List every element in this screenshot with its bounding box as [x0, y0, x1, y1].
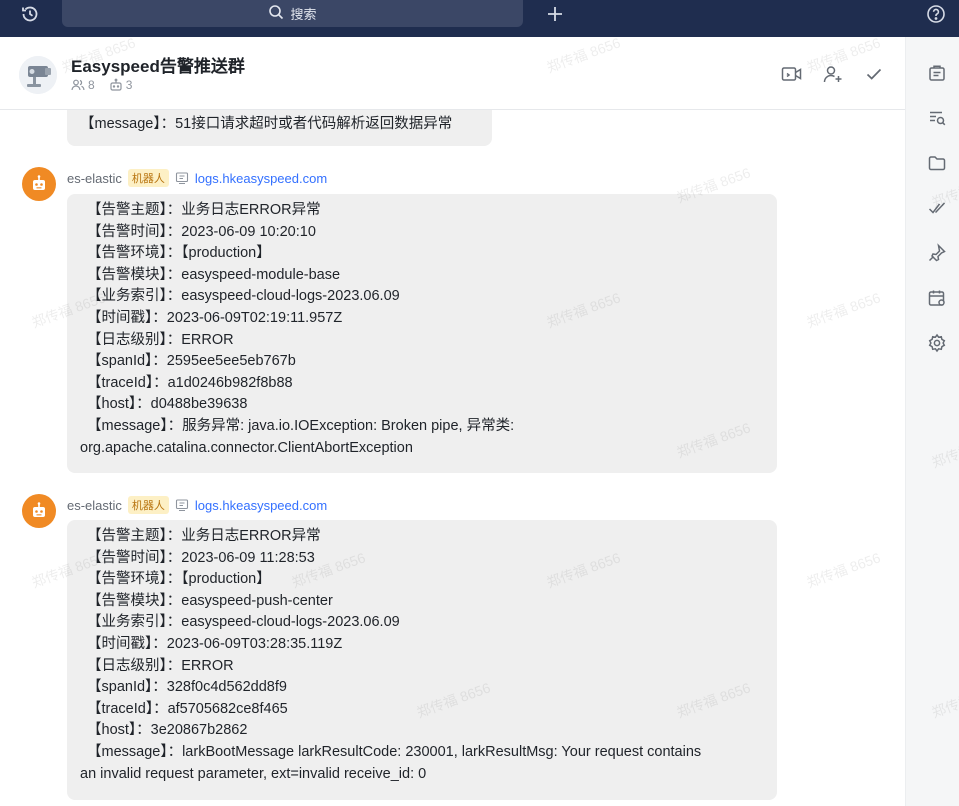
folder-icon[interactable]	[926, 152, 948, 174]
message-line: 【告警环境】：【production】	[87, 245, 271, 262]
message-line: 【业务索引】：easyspeed-cloud-logs-2023.06.09	[87, 614, 400, 631]
source-link[interactable]: logs.hkeasyspeed.com	[195, 498, 327, 513]
robot-icon	[33, 175, 45, 190]
message-line: 【时间戳】：2023-06-09T03:28:35.119Z	[87, 635, 343, 652]
message-list[interactable]: 【message】：51接口请求超时或者代码解析返回数据异常 es-elasti…	[0, 110, 905, 806]
member-count[interactable]: 8	[71, 78, 95, 92]
member-count-value: 8	[88, 78, 95, 92]
members-icon	[71, 79, 85, 91]
message-header: es-elastic 机器人 logs.hkeasyspeed.com	[67, 496, 327, 514]
bot-tag: 机器人	[127, 169, 169, 187]
calendar-settings-icon[interactable]	[926, 287, 948, 309]
pin-icon[interactable]	[926, 242, 948, 264]
checkmark-icon[interactable]	[863, 63, 885, 85]
bot-tag: 机器人	[127, 496, 169, 514]
sender-name[interactable]: es-elastic	[67, 171, 122, 186]
message-line: 【业务索引】：easyspeed-cloud-logs-2023.06.09	[87, 288, 400, 305]
message-line: 【告警环境】：【production】	[87, 571, 271, 588]
search-icon	[268, 4, 284, 23]
group-avatar[interactable]	[19, 56, 57, 94]
robot-icon	[33, 502, 45, 517]
help-icon[interactable]	[925, 0, 947, 27]
bot-icon	[110, 78, 122, 91]
message-bubble: 【告警主题】：业务日志ERROR异常 【告警时间】：2023-06-09 10:…	[67, 194, 777, 473]
search-label: 搜索	[290, 7, 317, 22]
message-line: 【告警主题】：业务日志ERROR异常	[87, 202, 321, 218]
message-line: 【告警模块】：easyspeed-module-base	[87, 266, 341, 283]
task-done-icon[interactable]	[926, 197, 948, 219]
add-icon[interactable]	[544, 0, 566, 27]
message-line: 【日志级别】：ERROR	[87, 331, 234, 348]
bot-avatar[interactable]	[22, 494, 56, 528]
link-card-icon	[175, 172, 188, 185]
search-history-icon[interactable]	[926, 107, 948, 129]
message-line: org.apache.catalina.connector.ClientAbor…	[80, 439, 413, 456]
message-bubble: 【告警主题】：业务日志ERROR异常 【告警时间】：2023-06-09 11:…	[67, 520, 777, 800]
video-call-icon[interactable]	[781, 63, 803, 85]
message-line: 【日志级别】：ERROR	[87, 657, 234, 674]
message-line: 【告警模块】：easyspeed-push-center	[87, 592, 333, 609]
message-bubble-previous: 【message】：51接口请求超时或者代码解析返回数据异常	[67, 110, 492, 146]
message-line: 【spanId】：2595ee5ee5eb767b	[87, 353, 296, 370]
message-line: an invalid request parameter, ext=invali…	[80, 765, 427, 782]
message-line: 【host】：3e20867b2862	[87, 722, 248, 739]
message-header: es-elastic 机器人 logs.hkeasyspeed.com	[67, 169, 327, 187]
message-line: 【traceId】：af5705682ce8f465	[87, 700, 288, 717]
message-line: 【traceId】：a1d0246b982f8b88	[87, 374, 293, 391]
message-line: 【告警主题】：业务日志ERROR异常	[87, 528, 321, 544]
chat-meta: 8 3	[71, 78, 132, 92]
bot-count-value: 3	[125, 78, 133, 92]
settings-gear-icon[interactable]	[926, 332, 948, 354]
message-line: 【message】：51接口请求超时或者代码解析返回数据异常	[80, 116, 453, 132]
search-input[interactable]: 搜索	[62, 0, 523, 27]
announcement-icon[interactable]	[926, 62, 948, 84]
link-card-icon	[175, 499, 188, 512]
message-line: 【告警时间】：2023-06-09 11:28:53	[87, 549, 315, 566]
bot-avatar[interactable]	[22, 167, 56, 201]
source-link[interactable]: logs.hkeasyspeed.com	[195, 171, 327, 186]
chat-title: Easyspeed告警推送群	[71, 57, 245, 76]
chat-header: Easyspeed告警推送群 8 3	[0, 37, 905, 110]
message-line: 【message】：服务异常: java.io.IOException: Bro…	[87, 417, 515, 434]
top-bar: 搜索	[0, 0, 959, 37]
bot-count[interactable]: 3	[109, 78, 133, 92]
message-line: 【message】：larkBootMessage larkResultCode…	[87, 743, 702, 760]
sender-name[interactable]: es-elastic	[67, 498, 122, 513]
message-line: 【告警时间】：2023-06-09 10:20:10	[87, 223, 316, 240]
history-icon[interactable]	[18, 0, 42, 27]
right-toolbar	[905, 37, 959, 806]
message-line: 【host】：d0488be39638	[87, 396, 248, 413]
message-line: 【时间戳】：2023-06-09T02:19:11.957Z	[87, 309, 343, 326]
message-line: 【spanId】：328f0c4d562dd8f9	[87, 679, 287, 696]
add-member-icon[interactable]	[822, 63, 844, 85]
